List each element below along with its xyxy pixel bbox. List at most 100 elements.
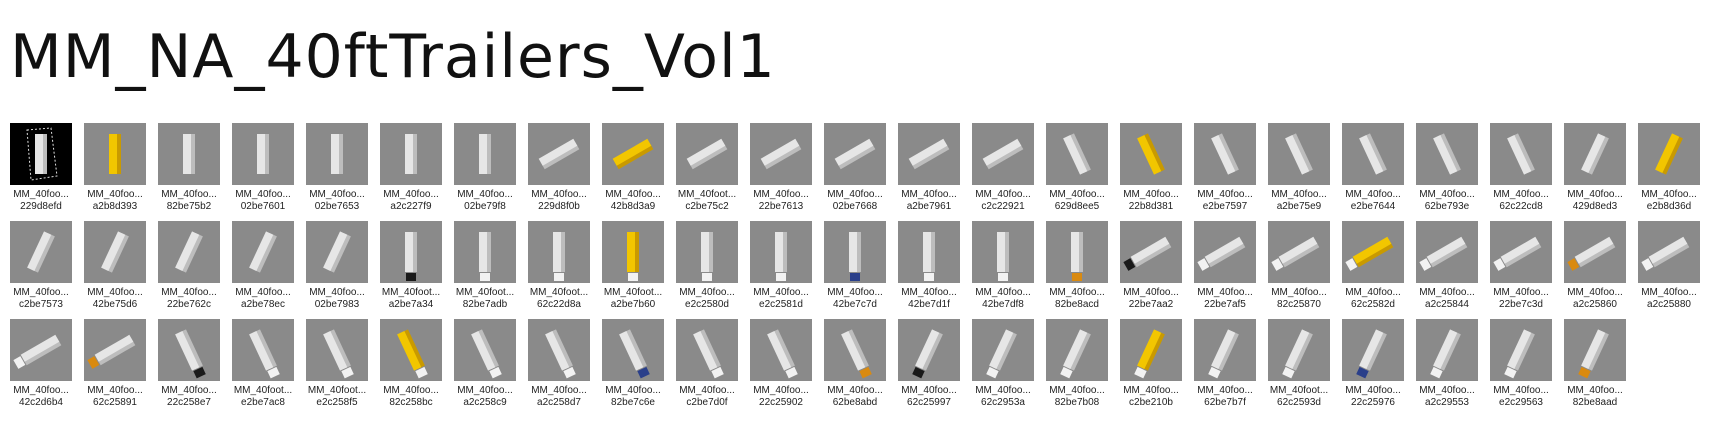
asset-tile[interactable]: MM_40foo... 62c25891: [78, 319, 152, 417]
asset-tile[interactable]: MM_40foot... 62c2593d: [1262, 319, 1336, 417]
asset-tile[interactable]: MM_40foot... e2c258f5: [300, 319, 374, 417]
asset-tile[interactable]: MM_40foo... 22c25976: [1336, 319, 1410, 417]
truck-icon[interactable]: [972, 221, 1034, 283]
truck-icon[interactable]: [84, 319, 146, 381]
trailer-selected-wireframe[interactable]: [10, 123, 72, 185]
asset-tile[interactable]: MM_40foo... 22be7aa2: [1114, 221, 1188, 319]
truck-icon[interactable]: [824, 221, 886, 283]
asset-tile[interactable]: MM_40foo... a2c25844: [1410, 221, 1484, 319]
asset-tile[interactable]: MM_40foo... c2be210b: [1114, 319, 1188, 417]
trailer-icon[interactable]: [1342, 123, 1404, 185]
asset-tile[interactable]: MM_40foot... e2be7ac8: [226, 319, 300, 417]
asset-tile[interactable]: MM_40foo... 02be7601: [226, 123, 300, 221]
asset-tile[interactable]: MM_40foo... 629d8ee5: [1040, 123, 1114, 221]
truck-icon[interactable]: [898, 221, 960, 283]
truck-icon[interactable]: [898, 319, 960, 381]
truck-icon[interactable]: [528, 221, 590, 283]
asset-tile[interactable]: MM_40foo... 42be7c7d: [818, 221, 892, 319]
truck-icon[interactable]: [158, 319, 220, 381]
asset-tile[interactable]: MM_40foo... a2c25880: [1632, 221, 1706, 319]
asset-tile[interactable]: MM_40foo... 229d8f0b: [522, 123, 596, 221]
asset-tile[interactable]: MM_40foo... a2c25860: [1558, 221, 1632, 319]
asset-tile[interactable]: MM_40foot... 62c22d8a: [522, 221, 596, 319]
trailer-icon[interactable]: [972, 123, 1034, 185]
asset-tile[interactable]: MM_40foo... 82c25870: [1262, 221, 1336, 319]
asset-tile[interactable]: MM_40foo... 22be7613: [744, 123, 818, 221]
truck-icon[interactable]: [454, 319, 516, 381]
truck-icon[interactable]: [1120, 221, 1182, 283]
asset-tile[interactable]: MM_40foo... 42c2d6b4: [4, 319, 78, 417]
trailer-icon[interactable]: [84, 123, 146, 185]
asset-tile[interactable]: MM_40foot... a2be7a34: [374, 221, 448, 319]
asset-tile[interactable]: MM_40foo... 62be8abd: [818, 319, 892, 417]
asset-tile[interactable]: MM_40foo... 62be793e: [1410, 123, 1484, 221]
asset-tile[interactable]: MM_40foo... c2be7573: [4, 221, 78, 319]
asset-tile[interactable]: MM_40foo... e2be7644: [1336, 123, 1410, 221]
trailer-icon[interactable]: [528, 123, 590, 185]
asset-tile[interactable]: MM_40foo... a2c258d7: [522, 319, 596, 417]
trailer-icon[interactable]: [158, 123, 220, 185]
truck-icon[interactable]: [380, 319, 442, 381]
asset-tile[interactable]: MM_40foo... a2c29553: [1410, 319, 1484, 417]
truck-icon[interactable]: [1268, 319, 1330, 381]
truck-icon[interactable]: [528, 319, 590, 381]
asset-tile[interactable]: MM_40foo... 22c258e7: [152, 319, 226, 417]
truck-icon[interactable]: [1268, 221, 1330, 283]
truck-icon[interactable]: [676, 319, 738, 381]
truck-icon[interactable]: [1638, 221, 1700, 283]
asset-tile[interactable]: MM_40foo... 02be7668: [818, 123, 892, 221]
truck-icon[interactable]: [1416, 221, 1478, 283]
truck-icon[interactable]: [824, 319, 886, 381]
asset-tile[interactable]: MM_40foo... 42be7d1f: [892, 221, 966, 319]
truck-icon[interactable]: [1564, 221, 1626, 283]
truck-icon[interactable]: [1194, 221, 1256, 283]
truck-icon[interactable]: [750, 221, 812, 283]
truck-icon[interactable]: [1416, 319, 1478, 381]
truck-icon[interactable]: [972, 319, 1034, 381]
truck-icon[interactable]: [454, 221, 516, 283]
truck-icon[interactable]: [1194, 319, 1256, 381]
trailer-icon[interactable]: [10, 221, 72, 283]
trailer-icon[interactable]: [1268, 123, 1330, 185]
asset-tile[interactable]: MM_40foo... 82be75b2: [152, 123, 226, 221]
trailer-icon[interactable]: [1564, 123, 1626, 185]
asset-tile[interactable]: MM_40foo... 82be7b08: [1040, 319, 1114, 417]
trailer-icon[interactable]: [824, 123, 886, 185]
truck-icon[interactable]: [10, 319, 72, 381]
asset-tile[interactable]: MM_40foo... 02be7653: [300, 123, 374, 221]
asset-tile[interactable]: MM_40foot... c2be75c2: [670, 123, 744, 221]
trailer-icon[interactable]: [750, 123, 812, 185]
trailer-icon[interactable]: [158, 221, 220, 283]
truck-icon[interactable]: [1342, 319, 1404, 381]
asset-tile[interactable]: MM_40foo... 22be7af5: [1188, 221, 1262, 319]
trailer-icon[interactable]: [1194, 123, 1256, 185]
trailer-icon[interactable]: [380, 123, 442, 185]
asset-tile[interactable]: MM_40foo... a2b8d393: [78, 123, 152, 221]
truck-icon[interactable]: [1342, 221, 1404, 283]
truck-icon[interactable]: [750, 319, 812, 381]
asset-tile[interactable]: MM_40foo... e2c2580d: [670, 221, 744, 319]
trailer-icon[interactable]: [1046, 123, 1108, 185]
asset-tile[interactable]: MM_40foo... 82c258bc: [374, 319, 448, 417]
asset-tile[interactable]: MM_40foo... c2c22921: [966, 123, 1040, 221]
asset-tile[interactable]: MM_40foot... 82be7adb: [448, 221, 522, 319]
trailer-icon[interactable]: [306, 123, 368, 185]
truck-icon[interactable]: [380, 221, 442, 283]
trailer-icon[interactable]: [1416, 123, 1478, 185]
asset-tile[interactable]: MM_40foo... 62c2582d: [1336, 221, 1410, 319]
truck-icon[interactable]: [1564, 319, 1626, 381]
truck-icon[interactable]: [1120, 319, 1182, 381]
truck-icon[interactable]: [1046, 319, 1108, 381]
asset-tile[interactable]: MM_40foo... 82be8aad: [1558, 319, 1632, 417]
asset-tile[interactable]: MM_40foot... a2be7b60: [596, 221, 670, 319]
asset-tile[interactable]: MM_40foo... 82be7c6e: [596, 319, 670, 417]
asset-tile[interactable]: MM_40foo... a2be7961: [892, 123, 966, 221]
truck-icon[interactable]: [1046, 221, 1108, 283]
asset-tile[interactable]: MM_40foo... 82be8acd: [1040, 221, 1114, 319]
asset-tile[interactable]: MM_40foo... e2b8d36d: [1632, 123, 1706, 221]
truck-icon[interactable]: [306, 319, 368, 381]
trailer-icon[interactable]: [84, 221, 146, 283]
asset-tile[interactable]: MM_40foo... 02be79f8: [448, 123, 522, 221]
asset-tile[interactable]: MM_40foo... 22b8d381: [1114, 123, 1188, 221]
asset-tile[interactable]: MM_40foo... 229d8efd: [4, 123, 78, 221]
